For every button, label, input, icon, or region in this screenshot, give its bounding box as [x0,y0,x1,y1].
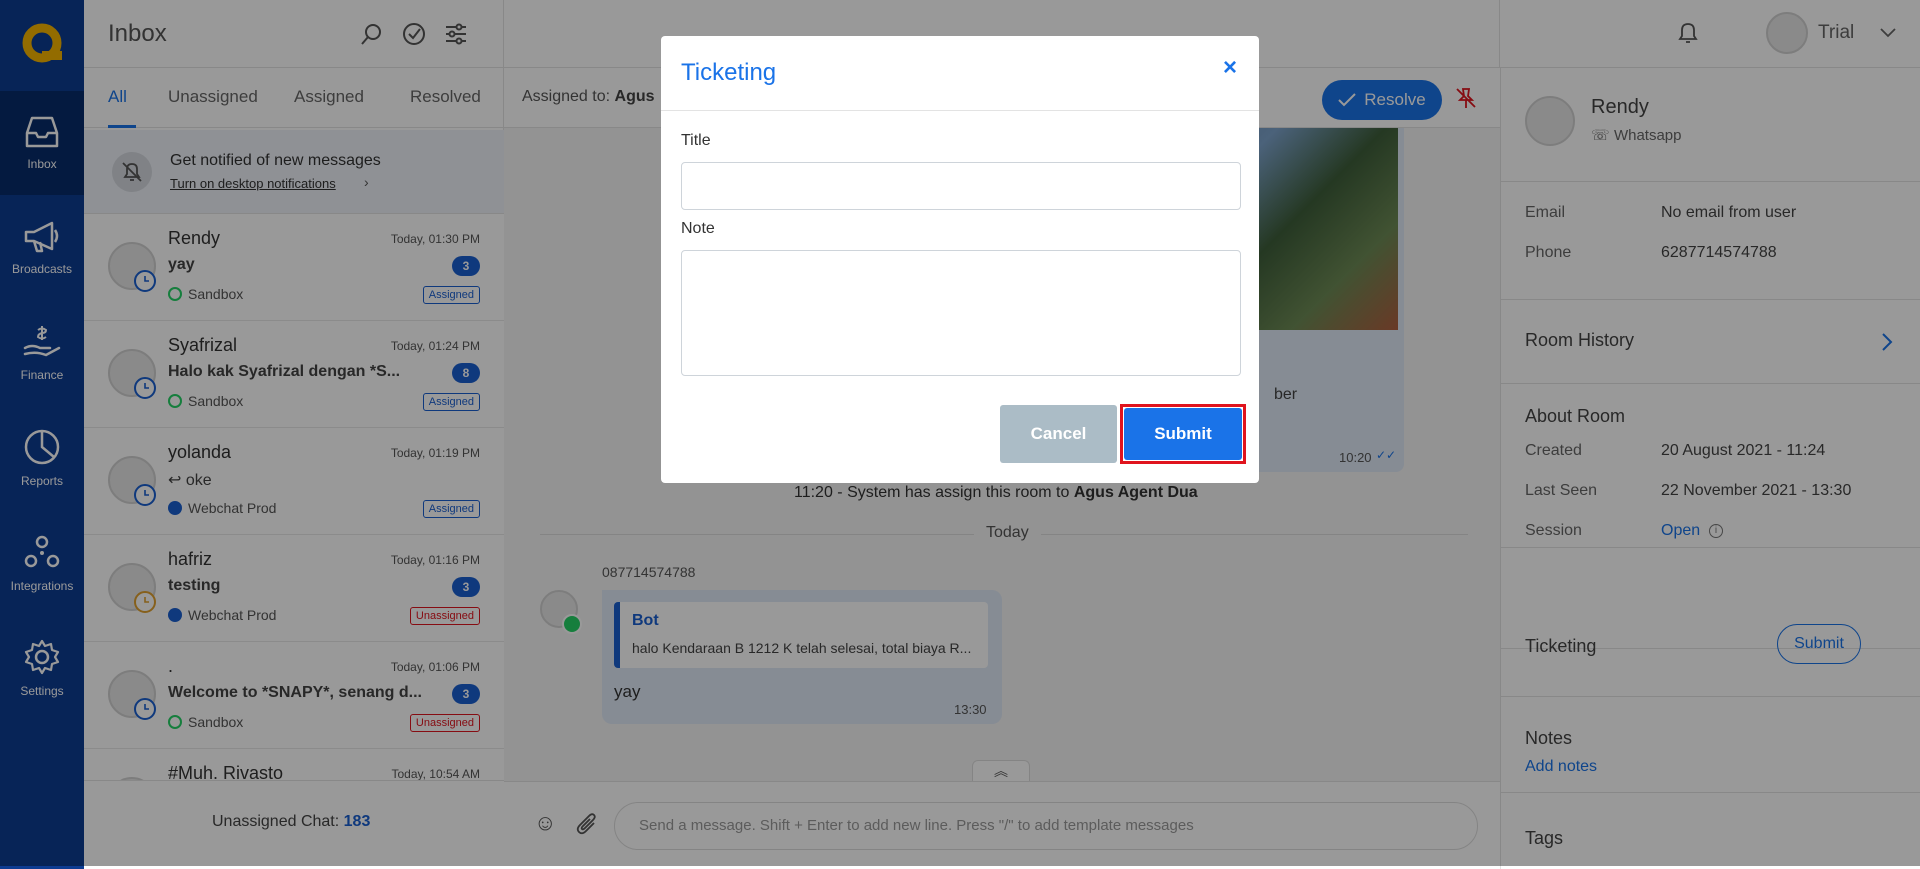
cancel-button[interactable]: Cancel [1000,405,1117,463]
note-textarea[interactable] [681,250,1241,376]
submit-highlight: Submit [1120,404,1246,464]
modal-title: Ticketing [681,59,777,86]
title-input[interactable] [681,162,1241,210]
modal-header: Ticketing × [661,36,1259,111]
note-label: Note [681,220,715,237]
close-icon[interactable]: × [1223,54,1237,82]
title-label: Title [681,132,711,149]
submit-button[interactable]: Submit [1124,408,1242,460]
ticketing-modal: Ticketing × Title Note Cancel Submit [661,36,1259,483]
